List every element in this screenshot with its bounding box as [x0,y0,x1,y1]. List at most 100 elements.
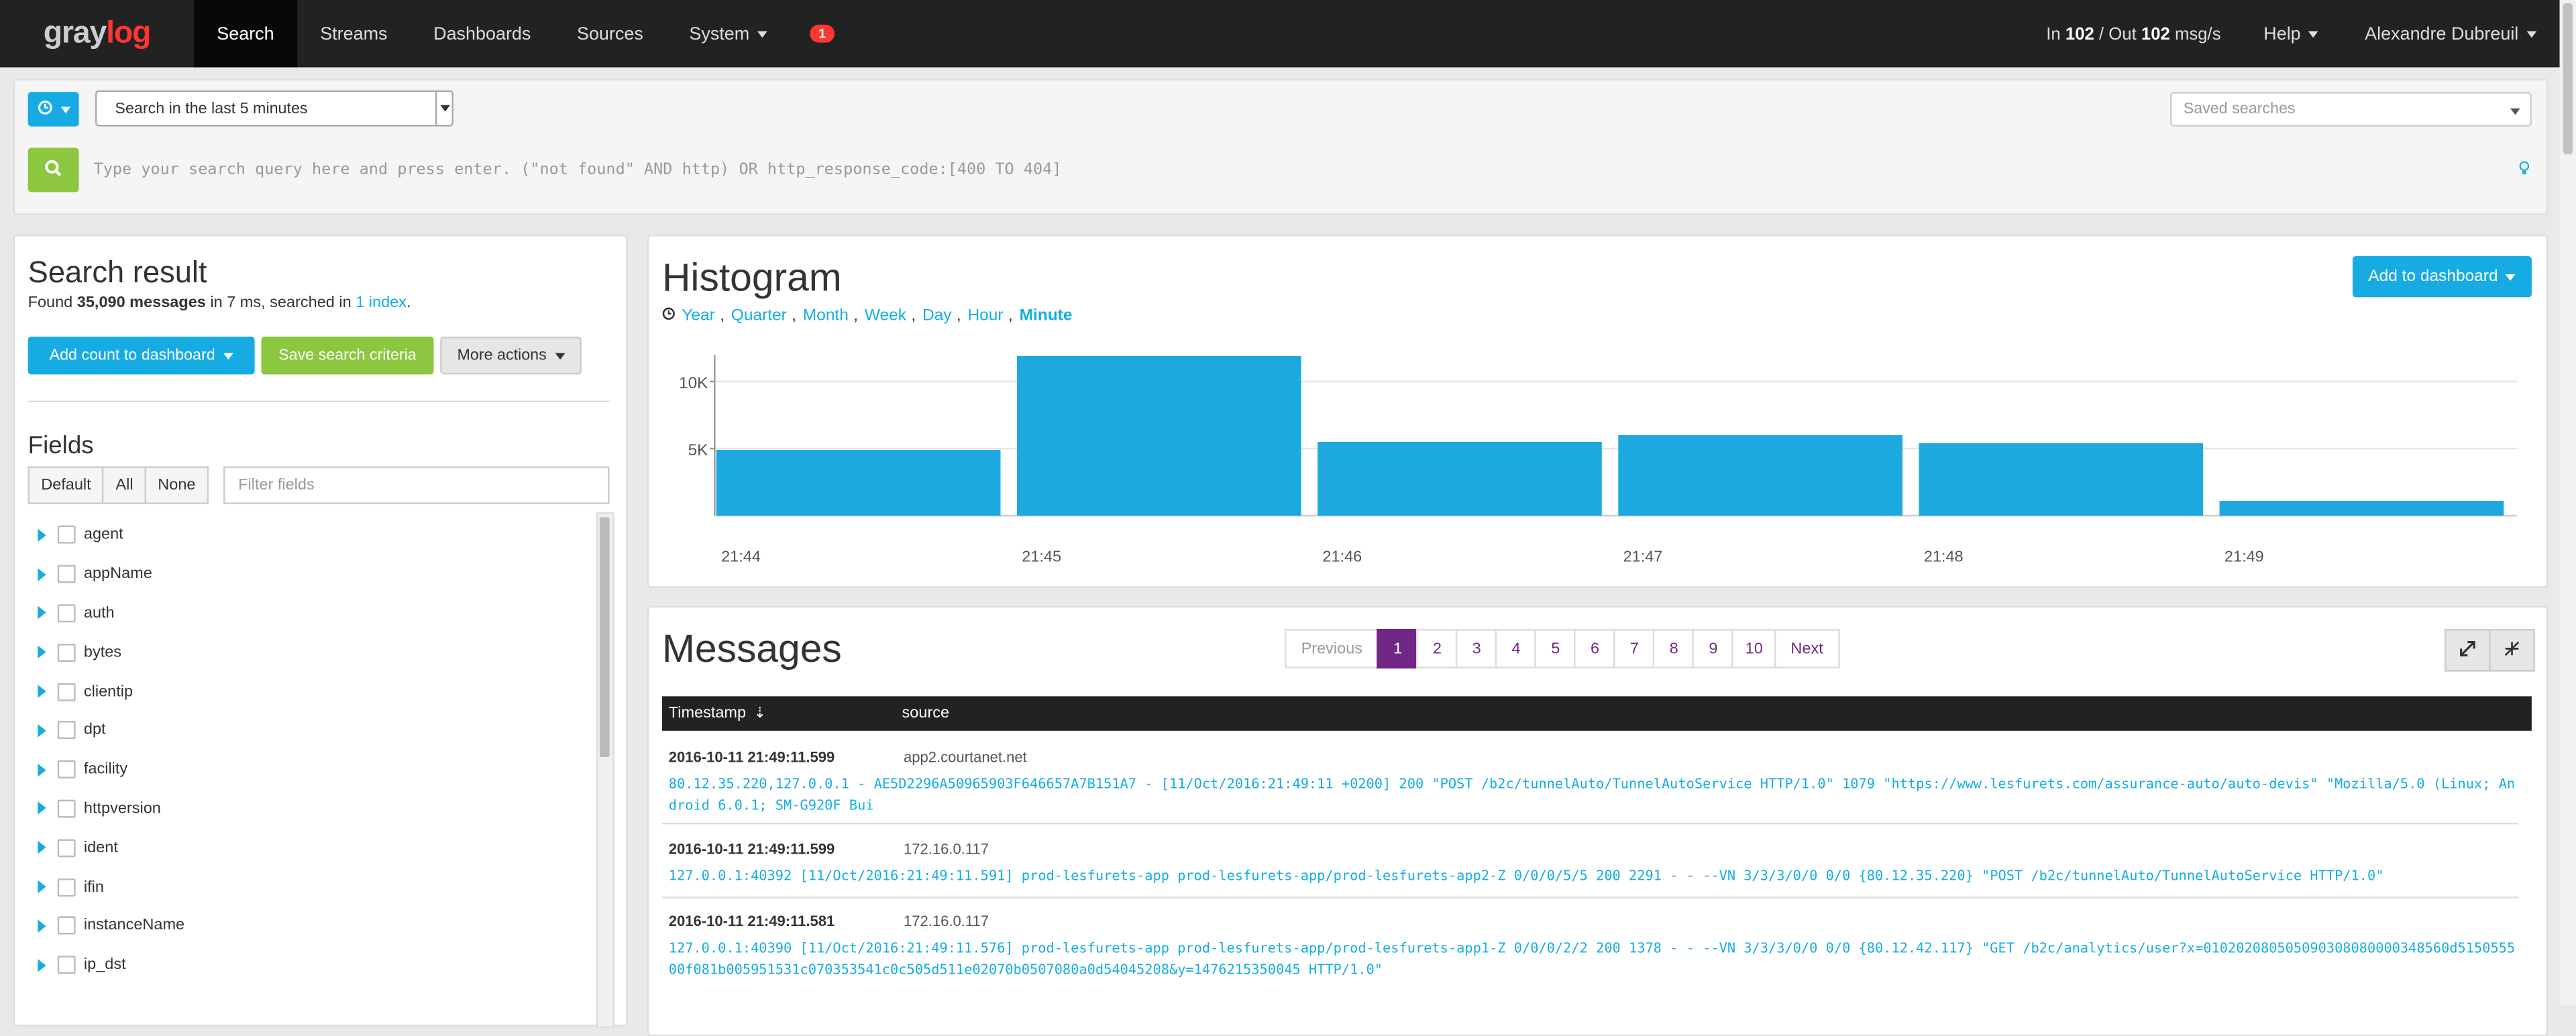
field-row-auth[interactable]: auth [28,594,587,633]
nav-sources-label: Sources [576,23,643,44]
saved-searches-placeholder: Saved searches [2183,100,2296,119]
pager-page-3[interactable]: 3 [1456,628,1497,669]
pager-page-9[interactable]: 9 [1693,628,1734,669]
histogram-chart: 5K 10K 21:44 21:45 21:46 21:47 21:48 21:49 [679,354,2517,565]
field-row-dpt[interactable]: dpt [28,711,587,750]
field-checkbox[interactable] [57,722,76,740]
expand-caret-icon[interactable] [38,958,46,972]
pager-page-2[interactable]: 2 [1416,628,1458,669]
column-timestamp[interactable]: Timestamp ⇣ [662,705,902,723]
resolution-quarter[interactable]: Quarter [731,307,787,325]
expand-caret-icon[interactable] [38,802,46,815]
message-row[interactable]: 2016-10-11 21:49:11.581 172.16.0.117 127.… [662,908,2518,980]
pager-page-7[interactable]: 7 [1613,628,1655,669]
expand-caret-icon[interactable] [38,880,46,894]
expand-caret-icon[interactable] [38,841,46,855]
field-row-appname[interactable]: appName [28,555,587,593]
pager-page-8[interactable]: 8 [1653,628,1695,669]
search-options-button[interactable] [28,92,79,127]
resolution-week[interactable]: Week [865,307,906,325]
nav-streams-label: Streams [320,23,388,44]
field-checkbox[interactable] [57,526,76,544]
expand-caret-icon[interactable] [38,919,46,933]
field-list-scrollbar[interactable] [596,512,614,1029]
search-query-input[interactable]: Type your search query here and press en… [94,150,2493,190]
pager-page-1[interactable]: 1 [1377,628,1419,669]
expand-all-button[interactable] [2445,628,2491,672]
pager-page-5[interactable]: 5 [1535,628,1576,669]
index-link[interactable]: 1 index [356,294,407,312]
field-row-ip-dst[interactable]: ip_dst [28,945,587,984]
resolution-year[interactable]: Year [682,307,715,325]
nav-system-menu[interactable]: System [666,0,790,67]
collapse-all-button[interactable] [2489,628,2535,672]
expand-caret-icon[interactable] [38,685,46,699]
pager-page-6[interactable]: 6 [1574,628,1616,669]
expand-caret-icon[interactable] [38,567,46,581]
search-result-title: Search result [28,254,207,290]
search-submit-button[interactable] [28,148,79,192]
field-row-facility[interactable]: facility [28,750,587,789]
fields-default-button[interactable]: Default [28,466,105,504]
notification-badge[interactable]: 1 [810,24,835,43]
add-histogram-to-dashboard-button[interactable]: Add to dashboard [2352,256,2532,298]
expand-caret-icon[interactable] [38,606,46,620]
sort-icon[interactable]: ⇣ [754,705,766,721]
add-count-to-dashboard-button[interactable]: Add count to dashboard [28,337,255,375]
field-row-instancename[interactable]: instanceName [28,907,587,945]
nav-streams[interactable]: Streams [297,0,411,67]
fields-none-button[interactable]: None [144,466,209,504]
expand-caret-icon[interactable] [38,724,46,738]
throughput-out-value: 102 [2141,23,2170,44]
resolution-day[interactable]: Day [922,307,952,325]
pager-next[interactable]: Next [1774,628,1840,669]
histogram-panel: Histogram Year, Quarter, Month, Week, Da… [647,235,2548,588]
resolution-month[interactable]: Month [803,307,849,325]
saved-searches-select[interactable]: Saved searches [2170,92,2532,127]
throughput-indicator: In 102 / Out 102 msg/s [2027,24,2241,44]
field-checkbox[interactable] [57,838,76,857]
save-search-criteria-button[interactable]: Save search criteria [261,337,434,375]
nav-help-menu[interactable]: Help [2241,0,2342,67]
field-checkbox[interactable] [57,604,76,623]
field-row-clientip[interactable]: clientip [28,672,587,711]
field-checkbox[interactable] [57,956,76,974]
time-range-select[interactable]: Search in the last 5 minutes [95,90,453,127]
field-checkbox[interactable] [57,760,76,779]
resolution-hour[interactable]: Hour [967,307,1003,325]
expand-caret-icon[interactable] [38,528,46,542]
scrollbar-thumb[interactable] [599,517,610,757]
expand-caret-icon[interactable] [38,762,46,776]
filter-fields-input[interactable]: Filter fields [223,466,610,504]
fields-all-button[interactable]: All [102,466,147,504]
field-checkbox[interactable] [57,799,76,818]
scrollbar-thumb[interactable] [2563,3,2573,155]
graylog-logo[interactable]: gray log [0,0,194,67]
field-checkbox[interactable] [57,878,76,897]
pager-previous[interactable]: Previous [1285,628,1379,669]
field-row-bytes[interactable]: bytes [28,633,587,672]
nav-search[interactable]: Search [193,0,297,68]
nav-sources[interactable]: Sources [554,0,666,67]
field-row-ifin[interactable]: ifin [28,867,587,906]
page-scrollbar[interactable] [2559,0,2576,1005]
column-source[interactable]: source [902,705,950,723]
message-row[interactable]: 2016-10-11 21:49:11.599 app2.courtanet.ne… [662,744,2518,816]
field-checkbox[interactable] [57,565,76,583]
lightbulb-icon[interactable] [2518,161,2530,179]
resolution-minute[interactable]: Minute [1020,307,1073,325]
field-checkbox[interactable] [57,917,76,935]
field-checkbox[interactable] [57,643,76,662]
message-row[interactable]: 2016-10-11 21:49:11.599 172.16.0.117 127.… [662,836,2518,887]
field-checkbox[interactable] [57,682,76,701]
field-row-agent[interactable]: agent [28,516,587,555]
messages-table-header: Timestamp ⇣ source [661,696,2532,731]
more-actions-button[interactable]: More actions [440,337,582,375]
expand-caret-icon[interactable] [38,646,46,659]
field-row-httpversion[interactable]: httpversion [28,789,587,828]
pager-page-10[interactable]: 10 [1732,628,1776,669]
pager-page-4[interactable]: 4 [1495,628,1537,669]
nav-user-menu[interactable]: Alexandre Dubreuil [2342,0,2576,67]
field-row-ident[interactable]: ident [28,828,587,867]
nav-dashboards[interactable]: Dashboards [411,0,554,67]
